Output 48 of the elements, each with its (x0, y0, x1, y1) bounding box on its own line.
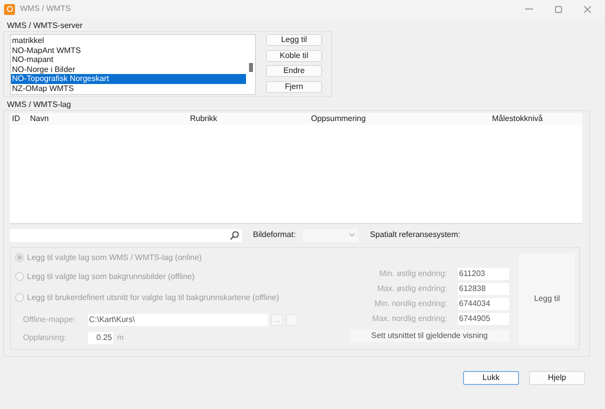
button[interactable]: Fjern (266, 80, 322, 92)
button[interactable]: Lukk (463, 371, 519, 385)
folder-field[interactable]: C:\Kart\Kurs\ (88, 314, 268, 326)
unit-label: m (117, 332, 124, 344)
server-list[interactable]: matrikkel NO-MapAnt WMTS NO-mapant NO-Norge i Bilder NO-Topografisk Norgeskart NZ-OMap WMTS (10, 34, 256, 95)
button[interactable]: Koble til (266, 50, 322, 62)
add-button[interactable]: Legg til (519, 253, 575, 345)
maximize-icon[interactable] (555, 6, 562, 12)
field-label: Offline-mappe: (23, 314, 76, 326)
close-icon[interactable] (584, 6, 591, 12)
window-title: WMS / WMTS (20, 3, 71, 15)
layer-table[interactable]: ID Navn Rubrikk Oppsummering Målestokknivå (10, 113, 582, 224)
field-label: Min. nordlig endring: (374, 298, 447, 310)
coordinate-field[interactable]: 611203 (458, 268, 509, 280)
field-label: Min. østlig endring: (379, 268, 447, 280)
app-logo-icon (4, 4, 15, 14)
list-item[interactable]: NO-mapant (11, 55, 246, 65)
column-header[interactable]: Rubrikk (190, 114, 218, 123)
group-title: WMS / WMTS-lag (6, 100, 72, 110)
column-header[interactable]: Målestokknivå (492, 114, 543, 123)
group-title: WMS / WMTS-server (6, 21, 84, 31)
button[interactable]: Endre (266, 65, 322, 77)
column-header[interactable]: Oppsummering (311, 114, 366, 123)
field-label: Spatialt referansesystem: (370, 229, 460, 241)
field-label: Bildeformat: (253, 229, 297, 241)
field-label: Max. nordlig endring: (372, 313, 447, 325)
coordinate-field[interactable]: 6744905 (458, 313, 509, 325)
minimize-icon[interactable] (525, 8, 533, 10)
list-item[interactable]: NO-Norge i Bilder (11, 64, 246, 74)
field-label: Max. østlig endring: (377, 283, 447, 295)
format-dropdown[interactable] (303, 228, 358, 242)
button[interactable]: Hjelp (529, 371, 585, 385)
chevron-down-icon (349, 233, 355, 237)
list-item[interactable]: NO-Topografisk Norgeskart (11, 74, 246, 84)
list-item[interactable]: NZ-OMap WMTS (11, 84, 246, 94)
scrollbar-thumb[interactable] (248, 63, 252, 72)
button[interactable]: Legg til (266, 34, 322, 46)
field-label: Oppløsning: (23, 332, 68, 344)
list-item[interactable]: matrikkel (11, 36, 246, 46)
resolution-field[interactable]: 0.25 (88, 332, 113, 344)
coordinate-field[interactable]: 6744034 (458, 298, 509, 310)
search-icon[interactable] (230, 230, 239, 240)
list-item[interactable]: NO-MapAnt WMTS (11, 46, 246, 56)
column-header[interactable]: ID (12, 114, 20, 123)
column-header[interactable]: Navn (30, 114, 49, 123)
search-field[interactable] (10, 228, 242, 242)
coordinate-field[interactable]: 612838 (458, 283, 509, 295)
set-extent-button[interactable]: Sett utsnittet til gjeldende visning (350, 330, 509, 342)
